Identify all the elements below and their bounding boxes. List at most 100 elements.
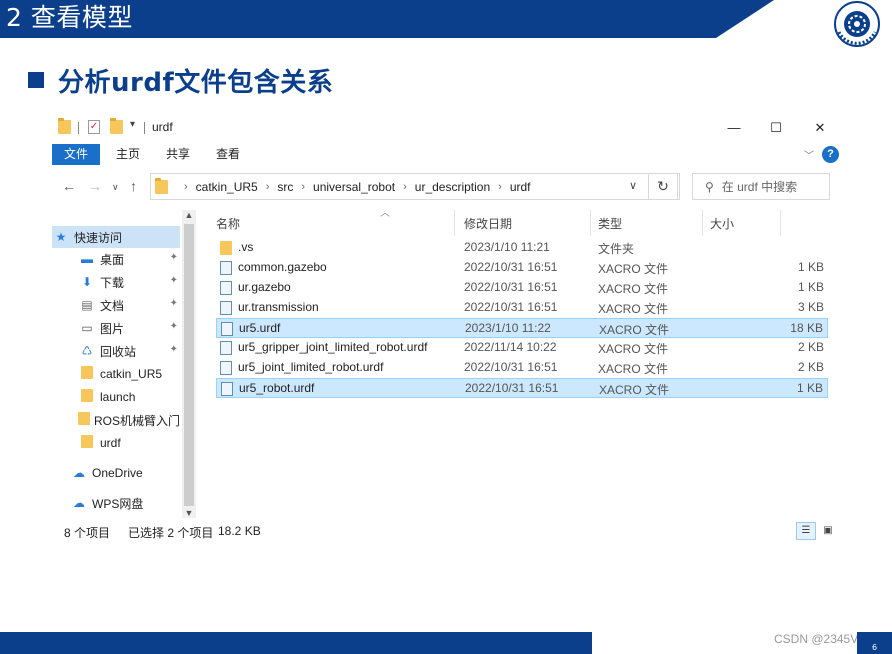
close-button[interactable]: ✕ bbox=[806, 118, 834, 138]
selected-count: 已选择 2 个项目 bbox=[128, 526, 214, 540]
chevron-right-icon[interactable]: › bbox=[403, 181, 407, 193]
sidebar-item-launch[interactable]: launch bbox=[52, 386, 180, 408]
expand-ribbon-icon[interactable]: ﹀ bbox=[804, 147, 814, 162]
column-divider[interactable] bbox=[454, 210, 455, 236]
sidebar-item-label: urdf bbox=[100, 436, 121, 450]
list-item[interactable]: .vs 2023/1/10 11:21 文件夹 bbox=[216, 238, 828, 258]
file-name: ur.gazebo bbox=[238, 280, 291, 294]
address-dropdown-icon[interactable]: ∨ bbox=[629, 179, 637, 192]
new-folder-icon[interactable] bbox=[110, 118, 123, 134]
chevron-right-icon[interactable]: › bbox=[301, 181, 305, 193]
scroll-thumb[interactable] bbox=[184, 224, 194, 506]
file-type: XACRO 文件 bbox=[598, 342, 669, 356]
column-divider[interactable] bbox=[702, 210, 703, 236]
sidebar-item-pictures[interactable]: ▭ 图片 ✦ bbox=[52, 317, 180, 339]
up-arrow-icon[interactable]: ↑ bbox=[130, 178, 137, 194]
search-input[interactable]: ⚲ 在 urdf 中搜索 bbox=[692, 173, 830, 200]
breadcrumb-src[interactable]: src bbox=[277, 180, 293, 194]
pin-icon[interactable]: ✦ bbox=[170, 298, 178, 309]
chevron-right-icon[interactable]: › bbox=[266, 181, 270, 193]
sidebar-item-onedrive[interactable]: ☁ OneDrive bbox=[52, 462, 180, 484]
column-name[interactable]: 名称 bbox=[216, 215, 240, 232]
maximize-button[interactable]: ☐ bbox=[762, 118, 790, 138]
item-count: 8 个项目 bbox=[64, 526, 111, 540]
sidebar-item-label: 下载 bbox=[100, 275, 125, 290]
file-type: 文件夹 bbox=[598, 242, 635, 256]
list-item-selected[interactable]: ur5.urdf 2023/1/10 11:22 XACRO 文件 18 KB bbox=[216, 318, 828, 338]
page-number: 6 bbox=[872, 643, 878, 652]
file-icon bbox=[220, 301, 232, 315]
sidebar-item-urdf[interactable]: urdf bbox=[52, 432, 180, 454]
chevron-right-icon[interactable]: › bbox=[184, 181, 188, 193]
list-item-selected[interactable]: ur5_robot.urdf 2022/10/31 16:51 XACRO 文件… bbox=[216, 378, 828, 398]
chevron-right-icon[interactable]: › bbox=[498, 181, 502, 193]
tab-share[interactable]: 共享 bbox=[166, 144, 190, 165]
quick-access-dropdown-icon[interactable]: ▾ bbox=[130, 119, 135, 130]
back-arrow-icon[interactable]: ← bbox=[62, 178, 76, 194]
cloud-icon: ☁ bbox=[73, 496, 85, 510]
list-item[interactable]: ur5_joint_limited_robot.urdf 2022/10/31 … bbox=[216, 358, 828, 378]
sidebar-item-ros-arm[interactable]: ROS机械臂入门 bbox=[52, 409, 180, 431]
pin-icon[interactable]: ✦ bbox=[170, 252, 178, 263]
sidebar-item-wps[interactable]: ☁ WPS网盘 bbox=[52, 492, 180, 514]
forward-arrow-icon[interactable]: → bbox=[88, 178, 102, 194]
pin-icon[interactable]: ✦ bbox=[170, 321, 178, 332]
pin-icon[interactable]: ✦ bbox=[170, 275, 178, 286]
file-name: ur5.urdf bbox=[239, 321, 281, 335]
sidebar-scrollbar[interactable]: ▲ ▼ bbox=[182, 210, 196, 518]
sidebar-item-quick-access[interactable]: ★ 快速访问 bbox=[52, 226, 180, 248]
bullet-square-icon bbox=[28, 72, 44, 88]
large-icons-view-icon[interactable]: ▣ bbox=[818, 522, 838, 540]
breadcrumb-urdf[interactable]: urdf bbox=[510, 180, 531, 194]
column-divider[interactable] bbox=[780, 210, 781, 236]
column-type[interactable]: 类型 bbox=[598, 215, 622, 232]
column-date[interactable]: 修改日期 bbox=[464, 215, 512, 232]
breadcrumb-catkin-ur5[interactable]: catkin_UR5 bbox=[196, 180, 258, 194]
folder-icon bbox=[78, 366, 96, 382]
sidebar-item-documents[interactable]: ▤ 文档 ✦ bbox=[52, 294, 180, 316]
breadcrumb-universal-robot[interactable]: universal_robot bbox=[313, 180, 395, 194]
tab-file[interactable]: 文件 bbox=[52, 144, 100, 165]
column-headers: ︿ 名称 修改日期 类型 大小 bbox=[202, 208, 842, 236]
list-item[interactable]: ur.gazebo 2022/10/31 16:51 XACRO 文件 1 KB bbox=[216, 278, 828, 298]
help-icon[interactable]: ? bbox=[822, 146, 839, 163]
scroll-down-icon[interactable]: ▼ bbox=[182, 508, 196, 518]
toolbar-divider bbox=[78, 122, 79, 134]
sidebar-item-label: 回收站 bbox=[100, 344, 137, 359]
address-bar[interactable]: › catkin_UR5 › src › universal_robot › u… bbox=[150, 173, 680, 200]
file-size: 1 KB bbox=[796, 381, 823, 395]
file-size: 3 KB bbox=[797, 300, 824, 314]
pin-icon[interactable]: ✦ bbox=[170, 344, 178, 355]
recent-locations-icon[interactable]: ∨ bbox=[112, 182, 119, 193]
sort-ascending-icon: ︿ bbox=[380, 208, 390, 219]
document-icon: ▤ bbox=[81, 298, 93, 312]
sidebar-item-recycle-bin[interactable]: ♺ 回收站 ✦ bbox=[52, 340, 180, 362]
file-name: ur5_robot.urdf bbox=[239, 381, 315, 395]
navigation-pane: ★ 快速访问 ▬ 桌面 ✦ ⬇ 下载 ✦ ▤ 文档 ✦ ▭ 图片 ✦ ♺ 回收站… bbox=[52, 210, 182, 518]
refresh-button[interactable]: ↻ bbox=[648, 173, 678, 200]
sidebar-item-label: 快速访问 bbox=[74, 230, 123, 245]
slide-subtitle: 分析urdf文件包含关系 bbox=[28, 60, 333, 100]
folder-icon bbox=[78, 389, 96, 405]
folder-icon bbox=[78, 412, 90, 428]
file-date: 2022/10/31 16:51 bbox=[464, 260, 558, 274]
file-size: 18 KB bbox=[790, 321, 823, 335]
column-divider[interactable] bbox=[590, 210, 591, 236]
sidebar-item-desktop[interactable]: ▬ 桌面 ✦ bbox=[52, 248, 180, 270]
details-view-icon[interactable]: ☰ bbox=[796, 522, 816, 540]
minimize-button[interactable]: — bbox=[720, 118, 748, 138]
sidebar-item-label: 文档 bbox=[100, 298, 125, 313]
file-date: 2022/10/31 16:51 bbox=[464, 360, 558, 374]
tab-view[interactable]: 查看 bbox=[216, 144, 240, 165]
scroll-up-icon[interactable]: ▲ bbox=[182, 210, 196, 220]
column-size[interactable]: 大小 bbox=[710, 215, 734, 232]
list-item[interactable]: ur.transmission 2022/10/31 16:51 XACRO 文… bbox=[216, 298, 828, 318]
tab-home[interactable]: 主页 bbox=[116, 144, 140, 165]
sidebar-item-catkin-ur5[interactable]: catkin_UR5 bbox=[52, 363, 180, 385]
list-item[interactable]: common.gazebo 2022/10/31 16:51 XACRO 文件 … bbox=[216, 258, 828, 278]
list-item[interactable]: ur5_gripper_joint_limited_robot.urdf 202… bbox=[216, 338, 828, 358]
properties-icon[interactable]: ✓ bbox=[88, 120, 100, 134]
file-size: 2 KB bbox=[797, 360, 824, 374]
breadcrumb-ur-description[interactable]: ur_description bbox=[415, 180, 490, 194]
sidebar-item-downloads[interactable]: ⬇ 下载 ✦ bbox=[52, 271, 180, 293]
